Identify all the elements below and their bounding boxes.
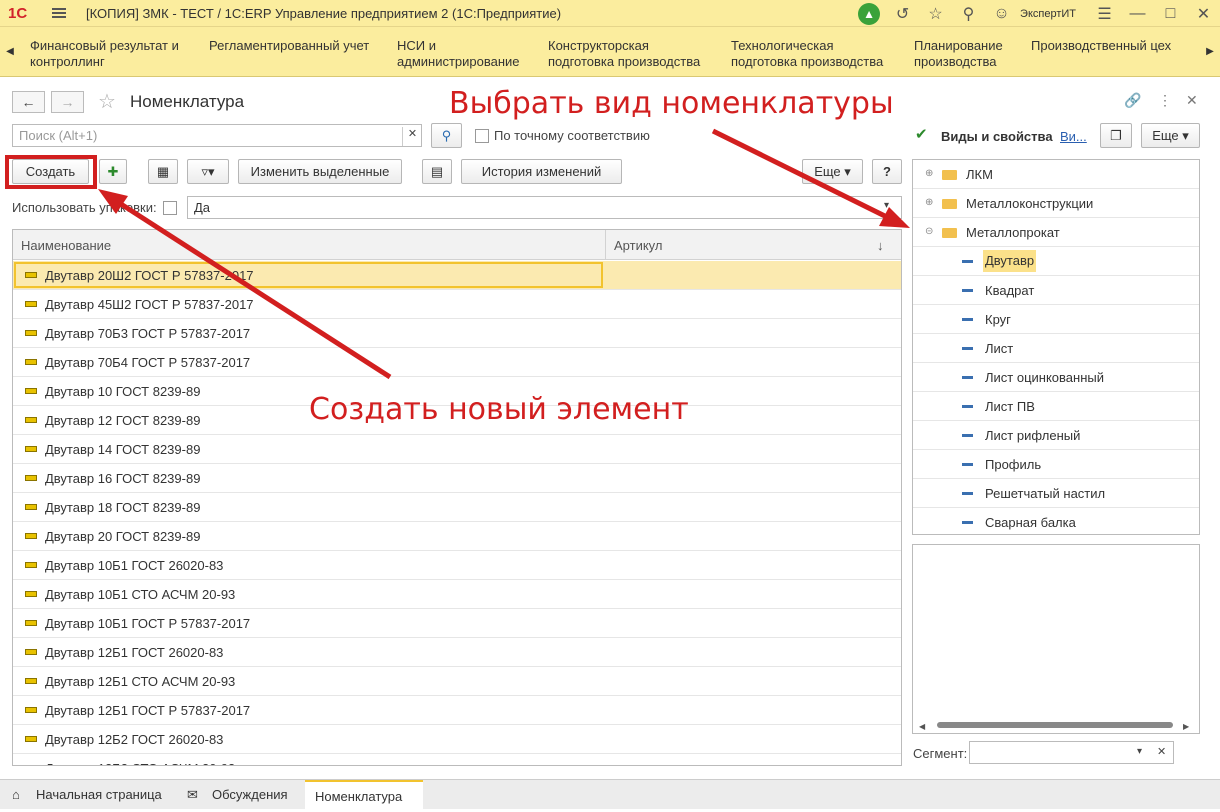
- annotation-choose-kind: Выбрать вид номенклатуры: [449, 86, 894, 121]
- annotation-create-new: Создать новый элемент: [309, 392, 689, 427]
